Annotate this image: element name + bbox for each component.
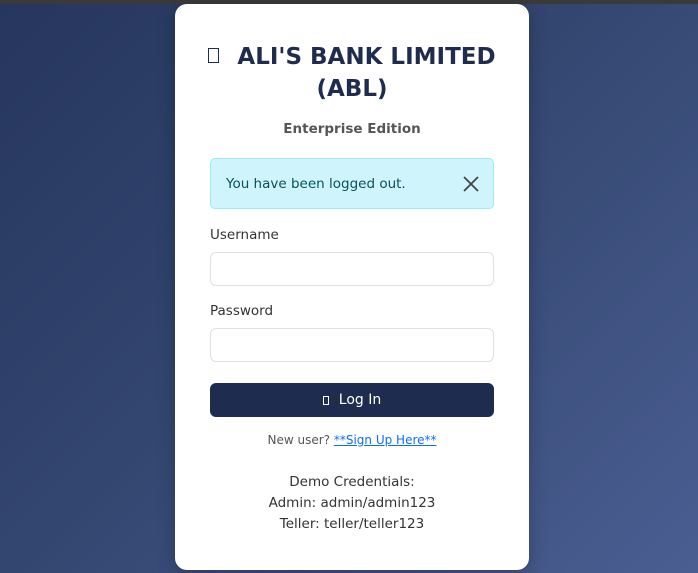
signup-link[interactable]: **Sign Up Here**	[334, 433, 437, 447]
bank-name: ALI'S BANK LIMITED (ABL)	[237, 44, 496, 102]
password-label: Password	[210, 303, 274, 319]
bank-icon	[208, 48, 220, 63]
login-card: ALI'S BANK LIMITED (ABL) Enterprise Edit…	[175, 4, 529, 570]
username-label: Username	[210, 227, 279, 243]
alert-message: You have been logged out.	[226, 176, 406, 192]
edition-subtitle: Enterprise Edition	[283, 121, 421, 137]
login-button-label: Log In	[338, 392, 382, 408]
username-input[interactable]	[210, 252, 494, 286]
close-icon[interactable]	[461, 174, 481, 194]
logout-alert: You have been logged out.	[210, 158, 494, 209]
login-button[interactable]: Log In	[210, 383, 494, 417]
login-icon	[322, 395, 329, 405]
demo-admin-credentials: Admin: admin/admin123	[268, 495, 436, 511]
signup-prompt-text: New user?	[267, 433, 331, 447]
demo-heading: Demo Credentials:	[289, 474, 415, 490]
password-input[interactable]	[210, 328, 494, 362]
signup-prompt: New user? **Sign Up Here**	[175, 433, 529, 447]
demo-credentials: Demo Credentials: Admin: admin/admin123 …	[175, 472, 529, 535]
page-title: ALI'S BANK LIMITED (ABL)	[195, 41, 509, 105]
demo-teller-credentials: Teller: teller/teller123	[279, 516, 425, 532]
